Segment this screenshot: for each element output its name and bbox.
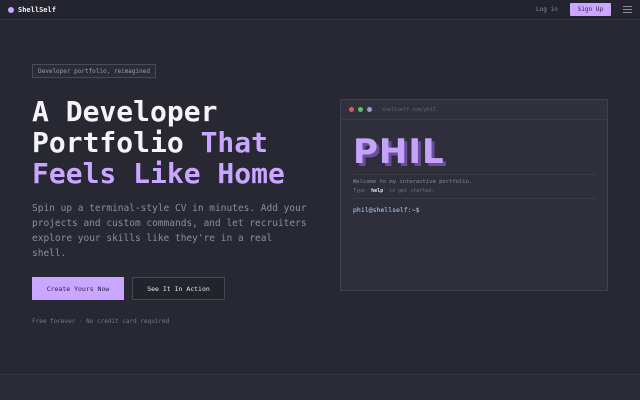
headline-plain: Portfolio [32,126,201,159]
terminal-preview[interactable]: shellself.com/phil PHIL PHIL Welcome to … [340,99,608,291]
prompt-text: phil@shellself:~$ [353,206,420,214]
hint-pre: Type ' [353,188,372,194]
maximize-dot-icon [358,107,363,112]
terminal-hint: Type 'help' to get started. [353,188,607,194]
nav-actions: Log in Sign Up [532,3,632,16]
close-dot-icon [349,107,354,112]
login-link[interactable]: Log in [532,4,562,15]
terminal-divider-2 [353,198,595,199]
brand-dot-icon [8,6,14,13]
brand-logo[interactable]: ShellSelf [8,6,56,14]
create-yours-button[interactable]: Create Yours Now [32,277,124,300]
hint-post: ' to get started. [383,188,435,194]
minimize-dot-icon [367,107,372,112]
top-nav: ShellSelf Log in Sign Up [0,0,640,20]
footer-strip [0,374,640,400]
hint-command: help [371,188,384,194]
ascii-name-art: PHIL PHIL [353,132,607,173]
terminal-url: shellself.com/phil [382,106,437,113]
terminal-prompt[interactable]: phil@shellself:~$ [353,206,607,214]
signup-button[interactable]: Sign Up [569,3,611,16]
brand-name: ShellSelf [18,5,56,14]
hero-subtitle: Spin up a terminal-style CV in minutes. … [32,203,307,259]
headline-line-2: Portfolio That [32,127,332,158]
headline-line-3: Feels Like Home [32,157,285,190]
fine-print: Free forever · No credit card required [32,318,170,325]
headline-accent: That [200,126,269,159]
see-it-in-action-button[interactable]: See It In Action [132,277,225,300]
ascii-main: PHIL [353,132,445,172]
menu-icon[interactable] [623,6,632,13]
hero-headline: A Developer Portfolio That Feels Like Ho… [32,96,332,189]
terminal-title-bar: shellself.com/phil [341,100,607,120]
terminal-welcome: Welcome to my interactive portfolio. [353,179,473,185]
hero-badge: Developer portfolio, reimagined [32,64,156,78]
headline-line-1: A Developer [32,95,218,128]
